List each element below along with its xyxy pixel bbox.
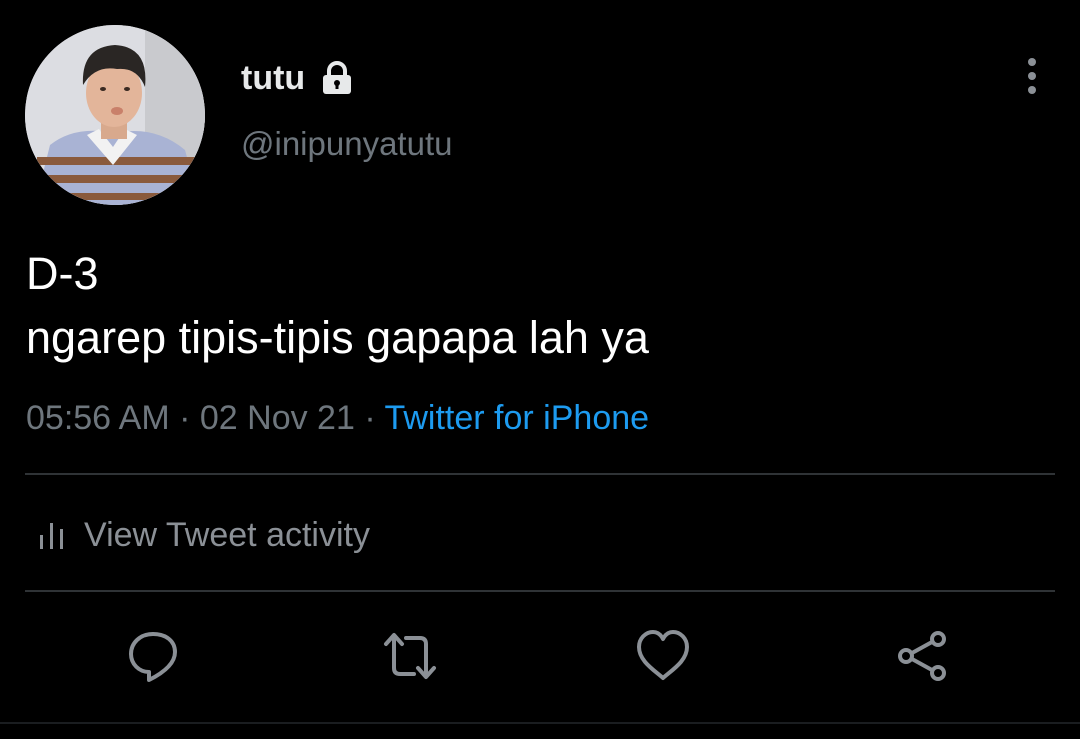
display-name[interactable]: tutu [241,58,305,98]
tweet-line: D-3 [26,248,99,299]
view-tweet-activity-label: View Tweet activity [84,515,370,554]
bar-chart-icon [40,523,63,549]
share-icon [898,631,946,681]
reply-icon [129,632,177,682]
view-tweet-activity-button[interactable]: View Tweet activity [38,513,370,557]
heart-icon [637,630,689,680]
tweet-time[interactable]: 05:56 AM [26,399,170,437]
tweet-date[interactable]: 02 Nov 21 [200,399,355,437]
meta-separator: · [169,399,200,437]
display-name-row[interactable]: tutu [241,58,355,98]
avatar[interactable] [25,25,205,205]
share-button[interactable] [893,626,953,686]
tweet-text: D-3 ngarep tipis-tipis gapapa lah ya [26,242,649,370]
divider [25,473,1055,475]
tweet-line: ngarep tipis-tipis gapapa lah ya [26,312,649,363]
lock-icon [323,61,352,94]
meta-separator: · [354,399,385,437]
more-vertical-icon[interactable] [1014,56,1050,96]
like-button[interactable] [633,626,693,686]
tweet-meta: 05:56 AM · 02 Nov 21 · Twitter for iPhon… [26,396,649,440]
divider [25,590,1055,592]
user-handle[interactable]: @inipunyatutu [241,124,452,164]
reply-button[interactable] [123,626,183,686]
bottom-divider [0,722,1080,724]
avatar-photo [25,25,205,205]
retweet-icon [384,633,436,679]
tweet-source-link[interactable]: Twitter for iPhone [384,399,649,437]
retweet-button[interactable] [380,626,440,686]
